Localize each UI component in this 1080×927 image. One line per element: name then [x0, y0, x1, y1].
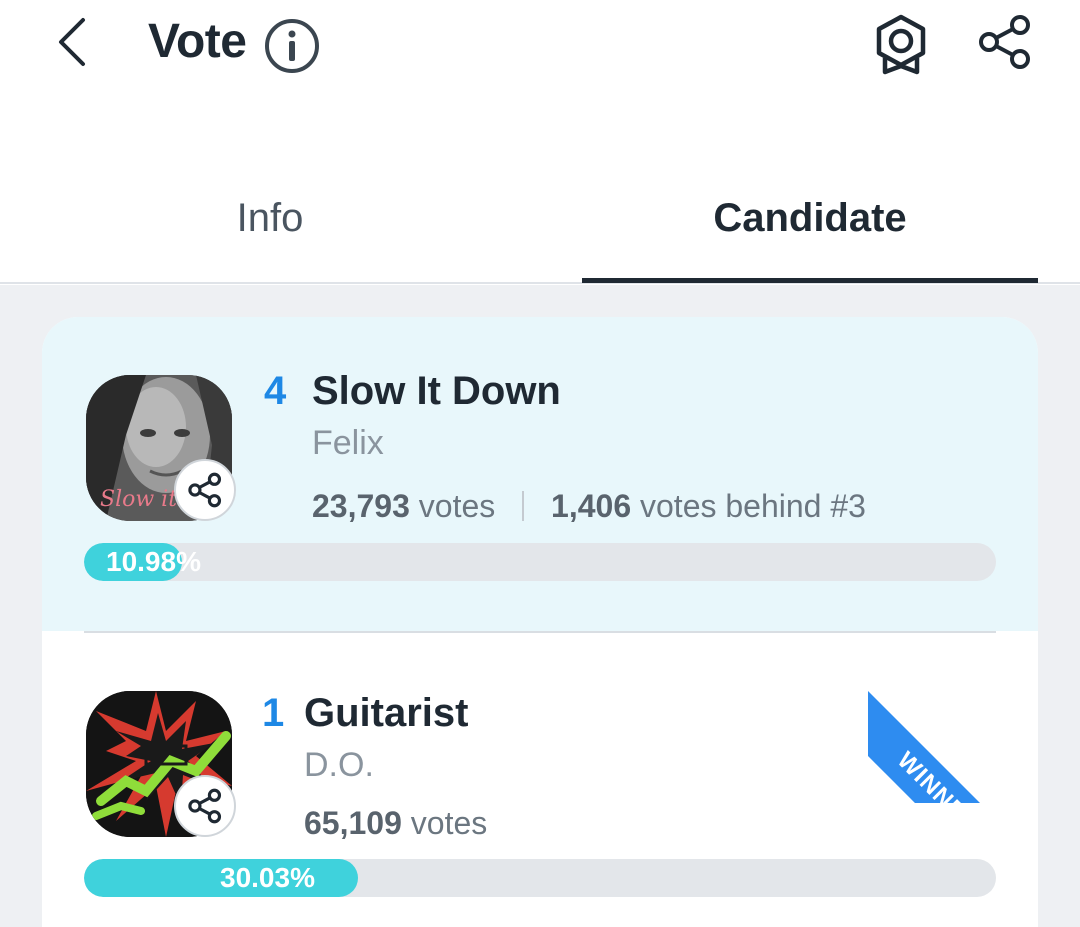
votes-word: votes [410, 805, 488, 841]
votes-count: 23,793 [312, 488, 410, 524]
share-icon [188, 472, 222, 508]
chevron-left-icon [59, 18, 85, 66]
album-cover-text: Slow it [100, 487, 178, 512]
share-button[interactable] [972, 10, 1038, 74]
share-icon [188, 788, 222, 824]
share-icon [979, 15, 1030, 69]
tab-info[interactable]: Info [0, 194, 540, 242]
award-badge-icon [876, 14, 926, 75]
vote-percent: 30.03% [220, 862, 315, 893]
info-button[interactable] [262, 16, 322, 76]
winner-ribbon-band: WINNER [868, 685, 1038, 803]
votes-summary: 65,109 votes [304, 803, 487, 843]
candidate-share-button[interactable] [174, 459, 236, 521]
page-title: Vote [148, 15, 247, 68]
artist-name: D.O. [304, 746, 374, 784]
top-bar: Vote [0, 0, 1080, 110]
back-button[interactable] [44, 14, 100, 70]
winner-badge: WINNER [891, 746, 985, 803]
info-circle-icon [265, 19, 319, 73]
song-title: Slow It Down [312, 369, 561, 413]
candidate-card: Slow it 4 Slow It Down Felix 23,793 vote… [42, 317, 1038, 927]
vote-progress-bar: 30.03% [84, 859, 996, 897]
vote-percent: 10.98% [106, 546, 201, 577]
active-tab-indicator [582, 278, 1038, 283]
divider-bar [522, 491, 525, 521]
tab-bar: Info Candidate [0, 160, 1080, 284]
vote-progress-bar: 10.98% [84, 543, 996, 581]
winner-ribbon: WINNER [868, 633, 1038, 803]
candidate-row[interactable]: Slow it 4 Slow It Down Felix 23,793 vote… [42, 317, 1038, 631]
votes-word: votes [418, 488, 496, 524]
candidate-row[interactable]: 1 Guitarist D.O. 65,109 votes 30.03% WIN… [42, 633, 1038, 927]
song-title: Guitarist [304, 691, 469, 735]
votes-count: 65,109 [304, 805, 402, 841]
rank-number: 4 [264, 369, 287, 413]
rank-number: 1 [262, 691, 285, 735]
votes-behind-text: votes behind #3 [640, 488, 866, 524]
tab-candidate[interactable]: Candidate [540, 194, 1080, 242]
candidate-share-button[interactable] [174, 775, 236, 837]
votes-summary: 23,793 votes 1,406 votes behind #3 [312, 486, 866, 526]
votes-behind-count: 1,406 [551, 488, 632, 524]
artist-name: Felix [312, 424, 384, 462]
award-button[interactable] [866, 12, 936, 78]
candidate-list-area: Slow it 4 Slow It Down Felix 23,793 vote… [0, 285, 1080, 927]
